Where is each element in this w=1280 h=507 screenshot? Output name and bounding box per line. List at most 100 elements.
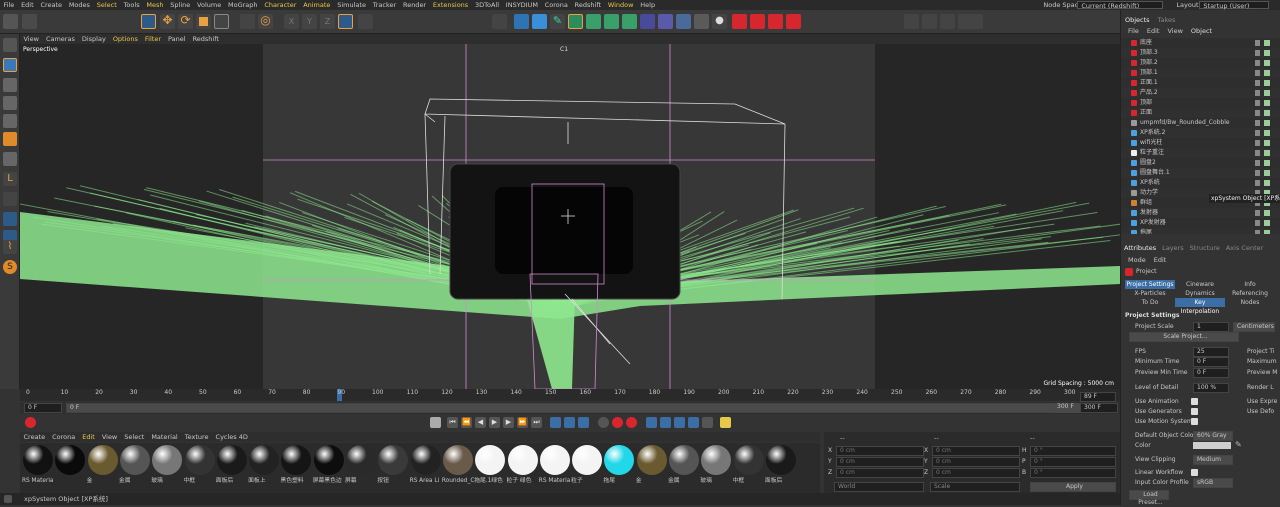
material-swatch[interactable]: 粒子 绿色 (507, 444, 539, 492)
enabled-checkmark-icon[interactable] (1264, 120, 1270, 126)
key-scale-icon[interactable] (674, 417, 685, 428)
material-swatch[interactable]: 按钮 (377, 444, 409, 492)
attr-subtab-nodes[interactable]: Nodes (1225, 298, 1275, 307)
enabled-checkmark-icon[interactable] (1264, 230, 1270, 234)
menu-volume[interactable]: Volume (194, 0, 225, 10)
attr-subtab-dynamics[interactable]: Dynamics (1175, 289, 1225, 298)
objects-tab-objects[interactable]: Objects (1121, 16, 1154, 24)
material-swatch[interactable]: 金 (636, 444, 668, 492)
object-row[interactable]: 正面.1 (1121, 78, 1280, 88)
layout-select[interactable]: Startup (User) (1199, 1, 1269, 10)
menu-create[interactable]: Create (37, 0, 65, 10)
material-swatch[interactable]: 面板后 (765, 444, 797, 492)
visibility-dots[interactable] (1255, 120, 1260, 126)
project-scale-unit[interactable]: Centimeters (1233, 322, 1275, 332)
pen-icon[interactable]: ✎ (550, 14, 565, 29)
preview-min-field[interactable]: 0 F (1193, 368, 1229, 378)
end-frame-field[interactable]: 300 F (1080, 403, 1118, 413)
viewport-menu-cameras[interactable]: Cameras (42, 34, 78, 44)
enabled-checkmark-icon[interactable] (1264, 90, 1270, 96)
enabled-checkmark-icon[interactable] (1264, 60, 1270, 66)
object-row[interactable]: 顶部 (1121, 98, 1280, 108)
scale-select[interactable]: Scale (930, 482, 1020, 492)
script-icon[interactable]: S (3, 260, 17, 274)
object-row[interactable]: XP系统.2 (1121, 128, 1280, 138)
position-field[interactable]: 0 cm (836, 457, 924, 467)
material-menu-view[interactable]: View (98, 432, 120, 442)
attr-subtab-key-interpolation[interactable]: Key Interpolation (1175, 298, 1225, 315)
menu-file[interactable]: File (0, 0, 18, 10)
scene-icon[interactable] (676, 14, 691, 29)
objects-menu-edit[interactable]: Edit (1144, 27, 1163, 35)
project-scale-field[interactable]: 1 (1193, 322, 1229, 332)
render-region-icon[interactable] (904, 14, 919, 29)
current-frame-field[interactable]: 89 F (1080, 392, 1116, 402)
enabled-checkmark-icon[interactable] (1264, 140, 1270, 146)
enabled-checkmark-icon[interactable] (1264, 80, 1270, 86)
edges-mode-icon[interactable] (3, 114, 17, 128)
redo-icon[interactable] (22, 14, 37, 29)
use-generators-checkbox[interactable] (1191, 408, 1198, 415)
axis-y-icon[interactable]: Y (302, 14, 317, 29)
key-param-icon[interactable] (688, 417, 699, 428)
menu-mograph[interactable]: MoGraph (225, 0, 261, 10)
menu-character[interactable]: Character (261, 0, 300, 10)
objects-menu-view[interactable]: View (1164, 27, 1185, 35)
visibility-dots[interactable] (1255, 40, 1260, 46)
prev-key-icon[interactable]: ⏪ (461, 417, 472, 428)
fps-field[interactable]: 25 (1193, 347, 1229, 357)
menu-animate[interactable]: Animate (300, 0, 334, 10)
menu-tracker[interactable]: Tracker (369, 0, 399, 10)
visibility-dots[interactable] (1255, 230, 1260, 234)
enabled-checkmark-icon[interactable] (1264, 150, 1270, 156)
render-view-icon[interactable] (358, 14, 373, 29)
visibility-dots[interactable] (1255, 90, 1260, 96)
material-swatch[interactable]: 金属 (668, 444, 700, 492)
menu-mesh[interactable]: Mesh (143, 0, 167, 10)
redshift-camera-icon[interactable] (768, 14, 783, 29)
object-row[interactable]: 发射器 (1121, 208, 1280, 218)
material-swatch[interactable]: 面板后 (216, 444, 248, 492)
material-swatch[interactable]: RS Area Li (410, 444, 442, 492)
visibility-dots[interactable] (1255, 60, 1260, 66)
points-mode-icon[interactable] (3, 96, 17, 110)
enabled-checkmark-icon[interactable] (1264, 110, 1270, 116)
texture-mode-icon[interactable] (3, 78, 17, 92)
snap-icon[interactable] (240, 14, 255, 29)
view-clipping-select[interactable]: Medium (1193, 455, 1233, 465)
visibility-dots[interactable] (1255, 140, 1260, 146)
material-menu-cycles-4d[interactable]: Cycles 4D (212, 432, 251, 442)
material-menu-edit[interactable]: Edit (79, 432, 99, 442)
brush-icon[interactable]: ⌇ (3, 240, 17, 254)
axis-x-icon[interactable]: X (284, 14, 299, 29)
enabled-checkmark-icon[interactable] (1264, 210, 1270, 216)
visibility-dots[interactable] (1255, 160, 1260, 166)
linear-workflow-checkbox[interactable] (1191, 469, 1198, 476)
object-mode-icon[interactable] (3, 58, 17, 72)
viewport-menu-view[interactable]: View (20, 34, 42, 44)
menu-help[interactable]: Help (637, 0, 659, 10)
material-swatch[interactable]: 面板上 (248, 444, 280, 492)
enabled-checkmark-icon[interactable] (1264, 100, 1270, 106)
render-active-icon[interactable] (922, 14, 937, 29)
objects-menu-file[interactable]: File (1125, 27, 1142, 35)
autokey-icon[interactable] (598, 417, 609, 428)
transform-icon[interactable] (214, 14, 229, 29)
menu-extensions[interactable]: Extensions (430, 0, 472, 10)
menu-tools[interactable]: Tools (120, 0, 143, 10)
axis-mode-icon[interactable]: L (3, 172, 17, 186)
material-menu-material[interactable]: Material (148, 432, 181, 442)
object-row[interactable]: 粒子重注 (1121, 148, 1280, 158)
start-frame-field[interactable]: 0 F (24, 403, 62, 413)
material-swatch[interactable]: 拖尾 (603, 444, 635, 492)
next-key-icon[interactable]: ⏩ (517, 417, 528, 428)
material-swatch[interactable]: 金属 (119, 444, 151, 492)
cube-icon[interactable] (514, 14, 529, 29)
enabled-checkmark-icon[interactable] (1264, 160, 1270, 166)
environment-icon[interactable] (694, 14, 709, 29)
rotate-icon[interactable]: ⟳ (178, 14, 193, 29)
node-space-select[interactable]: Current (Redshift) (1077, 1, 1163, 10)
workplane-icon[interactable]: ◎ (258, 14, 273, 29)
material-swatch[interactable]: 中框 (733, 444, 765, 492)
model-mode-icon[interactable] (3, 38, 17, 52)
